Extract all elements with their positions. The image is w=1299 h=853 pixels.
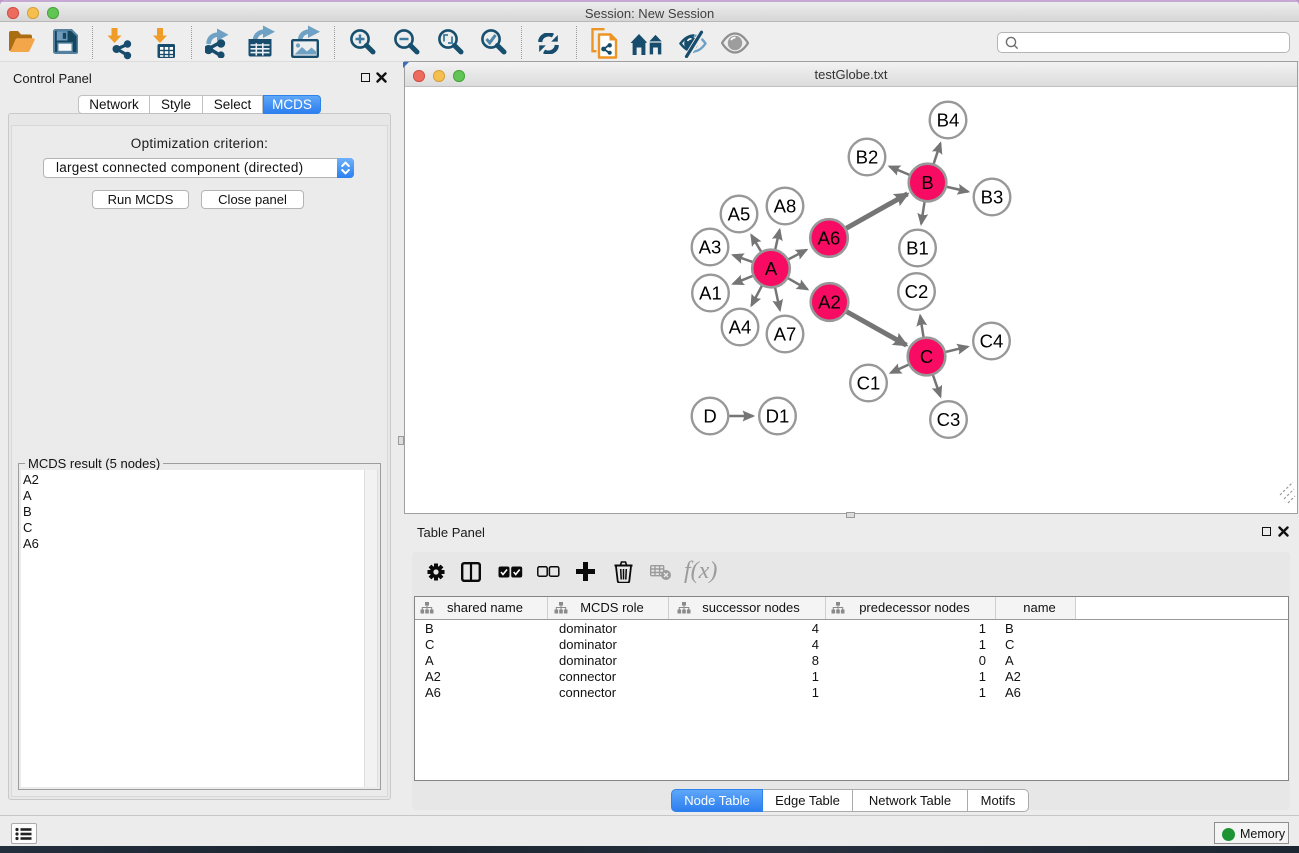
svg-text:A5: A5	[728, 204, 751, 225]
svg-text:B4: B4	[937, 110, 960, 131]
svg-text:A6: A6	[818, 228, 841, 249]
svg-text:A2: A2	[818, 292, 841, 313]
svg-text:D1: D1	[766, 406, 790, 427]
svg-text:A3: A3	[699, 237, 722, 258]
svg-text:C2: C2	[905, 281, 929, 302]
svg-text:A: A	[765, 258, 778, 279]
svg-text:A4: A4	[729, 317, 752, 338]
svg-text:A7: A7	[774, 324, 797, 345]
svg-text:B1: B1	[906, 238, 929, 259]
svg-text:B2: B2	[856, 147, 879, 168]
svg-text:B3: B3	[981, 187, 1004, 208]
svg-text:C: C	[920, 346, 933, 367]
svg-text:A1: A1	[699, 283, 722, 304]
svg-text:B: B	[921, 172, 933, 193]
svg-text:D: D	[703, 406, 716, 427]
svg-text:C3: C3	[937, 409, 961, 430]
svg-text:A8: A8	[774, 196, 797, 217]
svg-text:C4: C4	[980, 331, 1004, 352]
svg-text:C1: C1	[857, 373, 881, 394]
